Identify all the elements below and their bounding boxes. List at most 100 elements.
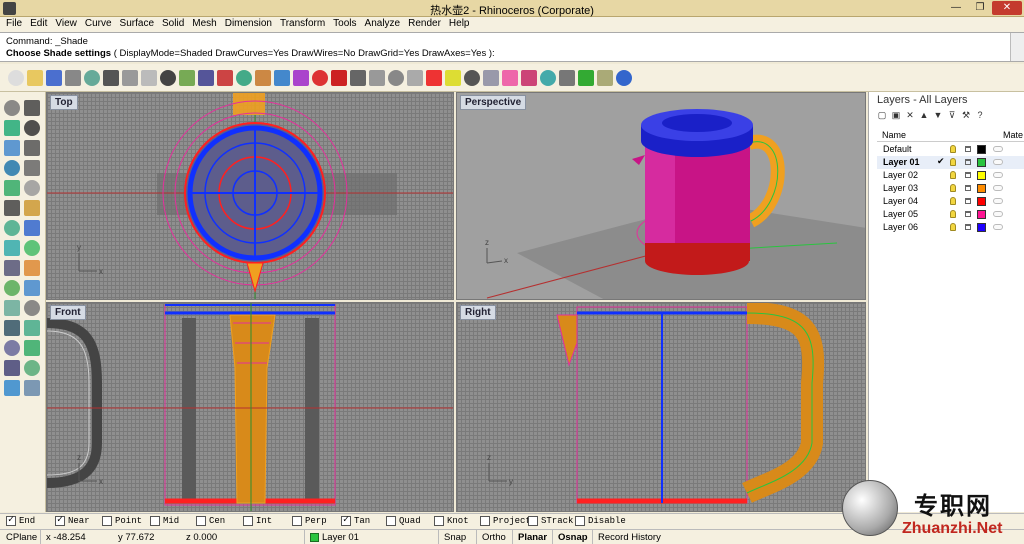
zoom-window-icon[interactable] bbox=[217, 70, 233, 86]
command-prompt[interactable]: Choose Shade settings ( DisplayMode=Shad… bbox=[6, 48, 495, 59]
boolean-icon[interactable] bbox=[24, 260, 40, 276]
layer-visible-bulb-icon[interactable] bbox=[950, 145, 956, 153]
layer-lock-icon[interactable] bbox=[965, 198, 971, 204]
status-layer[interactable]: Layer 01 bbox=[322, 532, 359, 543]
osnap-tan[interactable]: Tan bbox=[341, 514, 370, 526]
rectangle-icon[interactable] bbox=[24, 120, 40, 136]
menu-transform[interactable]: Transform bbox=[276, 17, 329, 32]
undo-icon[interactable] bbox=[160, 70, 176, 86]
layer-color-swatch[interactable] bbox=[977, 145, 986, 154]
arc-icon[interactable] bbox=[24, 140, 40, 156]
help-icon[interactable]: ? bbox=[975, 110, 985, 120]
ellipse-icon[interactable] bbox=[4, 160, 20, 176]
layer-name[interactable]: Layer 03 bbox=[883, 183, 918, 193]
menu-view[interactable]: View bbox=[51, 17, 81, 32]
filter-icon[interactable]: ⊽ bbox=[947, 110, 957, 120]
viewport-front[interactable]: Front z x bbox=[46, 302, 454, 512]
command-scrollbar[interactable] bbox=[1010, 33, 1024, 61]
options-icon[interactable] bbox=[597, 70, 613, 86]
point-icon[interactable] bbox=[24, 100, 40, 116]
status-cplane[interactable]: CPlane bbox=[6, 532, 37, 543]
layer-lock-icon[interactable] bbox=[965, 185, 971, 191]
osnap-checkbox[interactable] bbox=[55, 514, 65, 526]
osnap-checkbox[interactable] bbox=[150, 516, 160, 526]
menu-render[interactable]: Render bbox=[404, 17, 445, 32]
layer-lock-icon[interactable] bbox=[965, 159, 971, 165]
osnap-checkbox[interactable] bbox=[528, 516, 538, 526]
move-down-icon[interactable]: ▼ bbox=[933, 110, 943, 120]
viewport-title-top[interactable]: Top bbox=[50, 95, 78, 110]
move-icon[interactable] bbox=[24, 300, 40, 316]
rotate-view-icon[interactable] bbox=[198, 70, 214, 86]
tools-icon[interactable]: ⚒ bbox=[961, 110, 971, 120]
zoom-extents-icon[interactable] bbox=[255, 70, 271, 86]
layer-name[interactable]: Default bbox=[883, 144, 912, 154]
viewport-top[interactable]: Top y x bbox=[46, 92, 454, 300]
menu-edit[interactable]: Edit bbox=[26, 17, 51, 32]
analyze-icon[interactable] bbox=[578, 70, 594, 86]
material-icon[interactable] bbox=[521, 70, 537, 86]
split-icon[interactable] bbox=[4, 300, 20, 316]
point-icon[interactable] bbox=[559, 70, 575, 86]
layer-lock-icon[interactable] bbox=[965, 211, 971, 217]
osnap-checkbox[interactable] bbox=[102, 516, 112, 526]
open-icon[interactable] bbox=[27, 70, 43, 86]
new-sublayer-icon[interactable]: ▣ bbox=[891, 110, 901, 120]
layer-material-swatch[interactable] bbox=[993, 224, 1003, 230]
command-options[interactable]: ( DisplayMode=Shaded DrawCurves=Yes Draw… bbox=[114, 48, 495, 59]
surface-icon[interactable] bbox=[4, 220, 20, 236]
light-icon[interactable] bbox=[445, 70, 461, 86]
layer-visible-bulb-icon[interactable] bbox=[950, 158, 956, 166]
import-icon[interactable] bbox=[84, 70, 100, 86]
trim-icon[interactable] bbox=[24, 280, 40, 296]
layer-material-swatch[interactable] bbox=[993, 146, 1003, 152]
sphere-icon[interactable] bbox=[24, 240, 40, 256]
zoom-selected-icon[interactable] bbox=[274, 70, 290, 86]
new-icon[interactable] bbox=[8, 70, 24, 86]
ortho-toggle[interactable]: Ortho bbox=[482, 532, 506, 543]
layer-color-swatch[interactable] bbox=[977, 184, 986, 193]
osnap-point[interactable]: Point bbox=[102, 516, 142, 526]
render-preview-icon[interactable] bbox=[426, 70, 442, 86]
layer-row[interactable]: Layer 06 bbox=[877, 221, 1024, 234]
title-bar[interactable]: 热水壶2 - Rhinoceros (Corporate) — ❐ ✕ bbox=[0, 0, 1024, 17]
status-layer-swatch[interactable] bbox=[310, 533, 319, 542]
viewport-perspective[interactable]: Perspective z x bbox=[456, 92, 866, 300]
layer-material-swatch[interactable] bbox=[993, 172, 1003, 178]
menu-solid[interactable]: Solid bbox=[158, 17, 188, 32]
menu-dimension[interactable]: Dimension bbox=[221, 17, 276, 32]
print-icon[interactable] bbox=[65, 70, 81, 86]
circle-icon[interactable] bbox=[4, 140, 20, 156]
pan-icon[interactable] bbox=[179, 70, 195, 86]
lock-icon[interactable] bbox=[464, 70, 480, 86]
layer-row[interactable]: Layer 05 bbox=[877, 208, 1024, 221]
menu-analyze[interactable]: Analyze bbox=[361, 17, 405, 32]
layers-col-material[interactable]: Mate bbox=[1003, 130, 1023, 140]
rotate-icon[interactable] bbox=[4, 320, 20, 336]
layer-visible-bulb-icon[interactable] bbox=[950, 210, 956, 218]
snap-toggle[interactable]: Snap bbox=[444, 532, 466, 543]
render-icon[interactable] bbox=[312, 70, 328, 86]
layer-material-swatch[interactable] bbox=[993, 159, 1003, 165]
layer-name[interactable]: Layer 01 bbox=[883, 157, 920, 167]
osnap-mid[interactable]: Mid bbox=[150, 516, 179, 526]
layer-row[interactable]: Default bbox=[877, 143, 1024, 156]
layer-lock-icon[interactable] bbox=[965, 172, 971, 178]
osnap-checkbox[interactable] bbox=[386, 516, 396, 526]
wireframe-icon[interactable] bbox=[388, 70, 404, 86]
help-icon[interactable] bbox=[616, 70, 632, 86]
car-icon[interactable] bbox=[331, 70, 347, 86]
extrude-icon[interactable] bbox=[24, 220, 40, 236]
layer-color-swatch[interactable] bbox=[977, 158, 986, 167]
viewport-title-perspective[interactable]: Perspective bbox=[460, 95, 527, 110]
layer-material-swatch[interactable] bbox=[993, 211, 1003, 217]
osnap-checkbox[interactable] bbox=[434, 516, 444, 526]
line-icon[interactable] bbox=[24, 180, 40, 196]
cut-icon[interactable] bbox=[103, 70, 119, 86]
scale-icon[interactable] bbox=[24, 320, 40, 336]
maximize-button[interactable]: ❐ bbox=[968, 1, 992, 15]
layer-name[interactable]: Layer 02 bbox=[883, 170, 918, 180]
layer-visible-bulb-icon[interactable] bbox=[950, 197, 956, 205]
analyze-icon[interactable] bbox=[4, 380, 20, 396]
move-up-icon[interactable]: ▲ bbox=[919, 110, 929, 120]
